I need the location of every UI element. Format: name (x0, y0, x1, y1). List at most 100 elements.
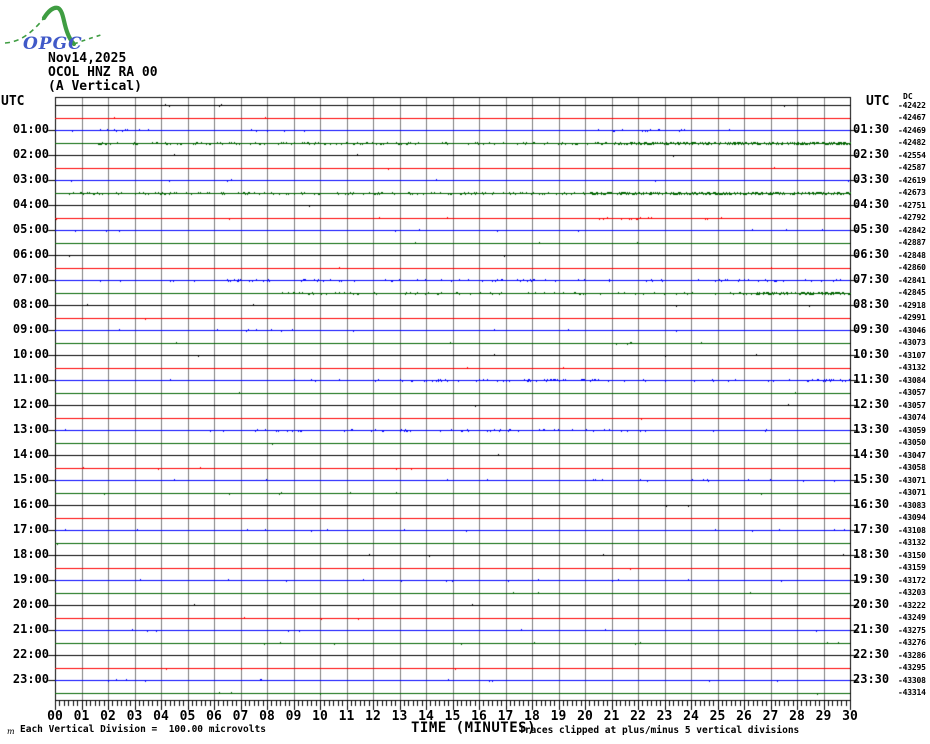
dc-value: -42482 (898, 138, 926, 147)
dc-value: -42860 (898, 263, 926, 272)
time-label-right: 10:30 (853, 347, 890, 361)
time-label-left: 10:00 (12, 347, 49, 361)
time-label-left: 22:00 (12, 647, 49, 661)
x-tick-label: 25 (709, 709, 726, 724)
dc-value: -42587 (898, 163, 926, 172)
time-label-right: 04:30 (853, 197, 890, 211)
time-label-left: 16:00 (12, 497, 49, 511)
dc-value: -43132 (898, 538, 926, 547)
dc-value: -43203 (898, 588, 926, 597)
dc-value: -43083 (898, 500, 926, 510)
time-label-right: 17:30 (853, 522, 890, 536)
x-tick-label: 04 (153, 709, 169, 724)
utc-label-right: UTC (866, 94, 890, 109)
time-label-right: 22:30 (853, 647, 890, 661)
x-tick-label: 29 (815, 709, 832, 724)
time-label-right: 09:30 (853, 322, 890, 336)
dc-value: -42673 (898, 188, 926, 197)
dc-value: -42842 (898, 225, 926, 235)
dc-value: -42422 (898, 100, 926, 110)
time-label-left: 20:00 (12, 597, 49, 611)
dc-value: -42467 (898, 113, 926, 122)
x-tick-label: 05 (179, 709, 196, 724)
time-label-right: 15:30 (853, 472, 890, 486)
dc-value: -43222 (898, 600, 926, 610)
dc-value: -42848 (898, 250, 926, 260)
dc-value: -43084 (898, 375, 926, 385)
time-label-right: 14:30 (853, 447, 890, 461)
time-label-left: 03:00 (12, 172, 49, 186)
dc-value: -43071 (898, 475, 926, 485)
time-label-left: 06:00 (12, 247, 49, 261)
time-label-right: 02:30 (853, 147, 890, 161)
time-label-right: 20:30 (853, 597, 890, 611)
opgc-logo: OPGC (4, 5, 105, 54)
time-label-right: 18:30 (853, 547, 890, 561)
header-block: Nov14,2025 OCOL HNZ RA 00 (A Vertical) (48, 52, 158, 94)
x-tick-label: 10 (312, 709, 328, 724)
vertical-scale-note: Each Vertical Division = 100.00 microvol… (20, 724, 266, 735)
time-label-left: 18:00 (12, 547, 49, 561)
dc-value: -43046 (898, 325, 926, 335)
time-label-left: 14:00 (12, 447, 49, 461)
time-label-right: 12:30 (853, 397, 890, 411)
x-tick-label: 20 (577, 709, 593, 724)
component-label: (A Vertical) (48, 79, 142, 94)
x-tick-label: 09 (285, 709, 302, 724)
x-tick-label: 03 (126, 709, 143, 724)
x-tick-label: 12 (365, 709, 381, 724)
x-tick-label: 28 (789, 709, 805, 724)
dc-value: -42469 (898, 125, 926, 135)
dc-value: -43059 (898, 425, 926, 435)
dc-value: -43057 (898, 400, 926, 410)
x-tick-label: 02 (100, 709, 116, 724)
time-label-left: 13:00 (12, 422, 49, 436)
dc-value: -43159 (898, 563, 926, 572)
x-tick-label: 08 (259, 709, 275, 724)
time-label-right: 08:30 (853, 297, 890, 311)
dc-value: -43172 (898, 575, 926, 585)
dc-value: -42991 (898, 313, 926, 322)
x-tick-label: 22 (630, 709, 646, 724)
dc-value: -43050 (898, 438, 926, 447)
dc-value: -43071 (898, 488, 926, 497)
time-label-left: 17:00 (12, 522, 49, 536)
dc-value: -43057 (898, 388, 926, 397)
dc-value: -42751 (898, 200, 926, 210)
time-label-right: 01:30 (853, 122, 890, 136)
x-tick-label: 00 (47, 709, 63, 724)
seismogram-plot (0, 0, 930, 744)
time-label-left: 07:00 (12, 272, 49, 286)
time-label-right: 21:30 (853, 622, 890, 636)
x-tick-label: 27 (762, 709, 779, 724)
time-label-right: 19:30 (853, 572, 890, 586)
dc-value: -43314 (898, 688, 926, 697)
clipping-note: Traces clipped at plus/minus 5 vertical … (519, 725, 800, 736)
dc-value: -43150 (898, 550, 926, 560)
time-label-left: 19:00 (12, 572, 49, 586)
x-tick-label: 13 (391, 709, 408, 724)
x-tick-label: 24 (683, 709, 699, 724)
time-label-right: 06:30 (853, 247, 890, 261)
time-label-left: 12:00 (12, 397, 49, 411)
dc-value: -43308 (898, 675, 926, 685)
dc-value: -43073 (898, 338, 926, 347)
corner-mark: m (7, 727, 15, 736)
time-label-left: 05:00 (12, 222, 49, 236)
time-label-right: 16:30 (853, 497, 890, 511)
x-tick-label: 07 (232, 709, 249, 724)
time-label-left: 04:00 (12, 197, 49, 211)
dc-value: -43107 (898, 350, 926, 360)
dc-value: -43295 (898, 663, 926, 672)
station-label: OCOL HNZ RA 00 (48, 65, 158, 80)
dc-value: -42619 (898, 175, 926, 185)
dc-value: -43108 (898, 525, 926, 535)
utc-label-left: UTC (1, 94, 25, 109)
time-label-right: 05:30 (853, 222, 890, 236)
time-label-right: 11:30 (853, 372, 890, 386)
time-label-left: 21:00 (12, 622, 49, 636)
time-label-left: 11:00 (12, 372, 49, 386)
dc-value: -43275 (898, 625, 926, 635)
helicorder-page: OPGC Nov14,2025 OCOL HNZ RA 00 (A Vertic… (0, 0, 930, 744)
x-axis-title: TIME (MINUTES) (411, 720, 537, 736)
